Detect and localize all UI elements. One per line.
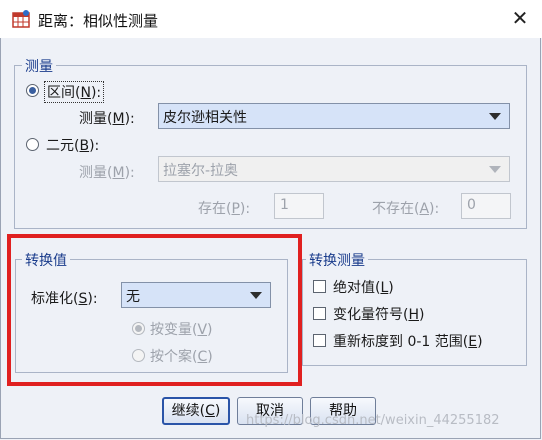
present-field[interactable]: 1 <box>274 193 324 219</box>
change-sign-label[interactable]: 变化量符号(H) <box>333 304 424 324</box>
binary-label[interactable]: 二元(B): <box>46 135 99 155</box>
absent-value: 0 <box>467 197 476 213</box>
window-title: 距离：相似性测量 <box>38 12 159 30</box>
transform-measures-title: 转换测量 <box>306 250 368 270</box>
absolute-checkbox[interactable] <box>313 280 326 293</box>
interval-measure-label: 测量(M): <box>79 111 135 127</box>
absolute-label[interactable]: 绝对值(L) <box>333 277 394 297</box>
table-grid-icon <box>12 10 30 28</box>
binary-measure-value: 拉塞尔-拉奥 <box>163 163 239 179</box>
interval-measure-select[interactable]: 皮尔逊相关性 <box>158 103 510 129</box>
interval-measure-value: 皮尔逊相关性 <box>163 110 247 126</box>
change-sign-checkbox[interactable] <box>313 307 326 320</box>
close-icon[interactable]: ✕ <box>508 6 532 30</box>
continue-button[interactable]: 继续(C) <box>162 397 230 425</box>
binary-radio[interactable] <box>26 138 39 151</box>
present-value: 1 <box>280 197 289 213</box>
absent-field[interactable]: 0 <box>461 193 511 219</box>
interval-label[interactable]: 区间(N): <box>44 81 105 103</box>
annotation-highlight-box <box>7 234 302 386</box>
absent-label: 不存在(A): <box>372 201 440 217</box>
watermark-text: https://blog.csdn.net/weixin_44255182 <box>246 413 500 428</box>
interval-radio[interactable] <box>26 84 39 97</box>
rescale-checkbox[interactable] <box>313 334 326 347</box>
rescale-label[interactable]: 重新标度到 0-1 范围(E) <box>333 331 483 351</box>
present-label: 存在(P): <box>198 201 251 217</box>
chevron-down-icon <box>489 166 501 173</box>
title-bar[interactable]: 距离：相似性测量 ✕ <box>0 0 542 38</box>
binary-measure-select[interactable]: 拉塞尔-拉奥 <box>158 156 510 182</box>
binary-measure-label: 测量(M): <box>79 165 135 181</box>
measure-group-title: 测量 <box>22 56 56 76</box>
chevron-down-icon <box>489 113 501 120</box>
